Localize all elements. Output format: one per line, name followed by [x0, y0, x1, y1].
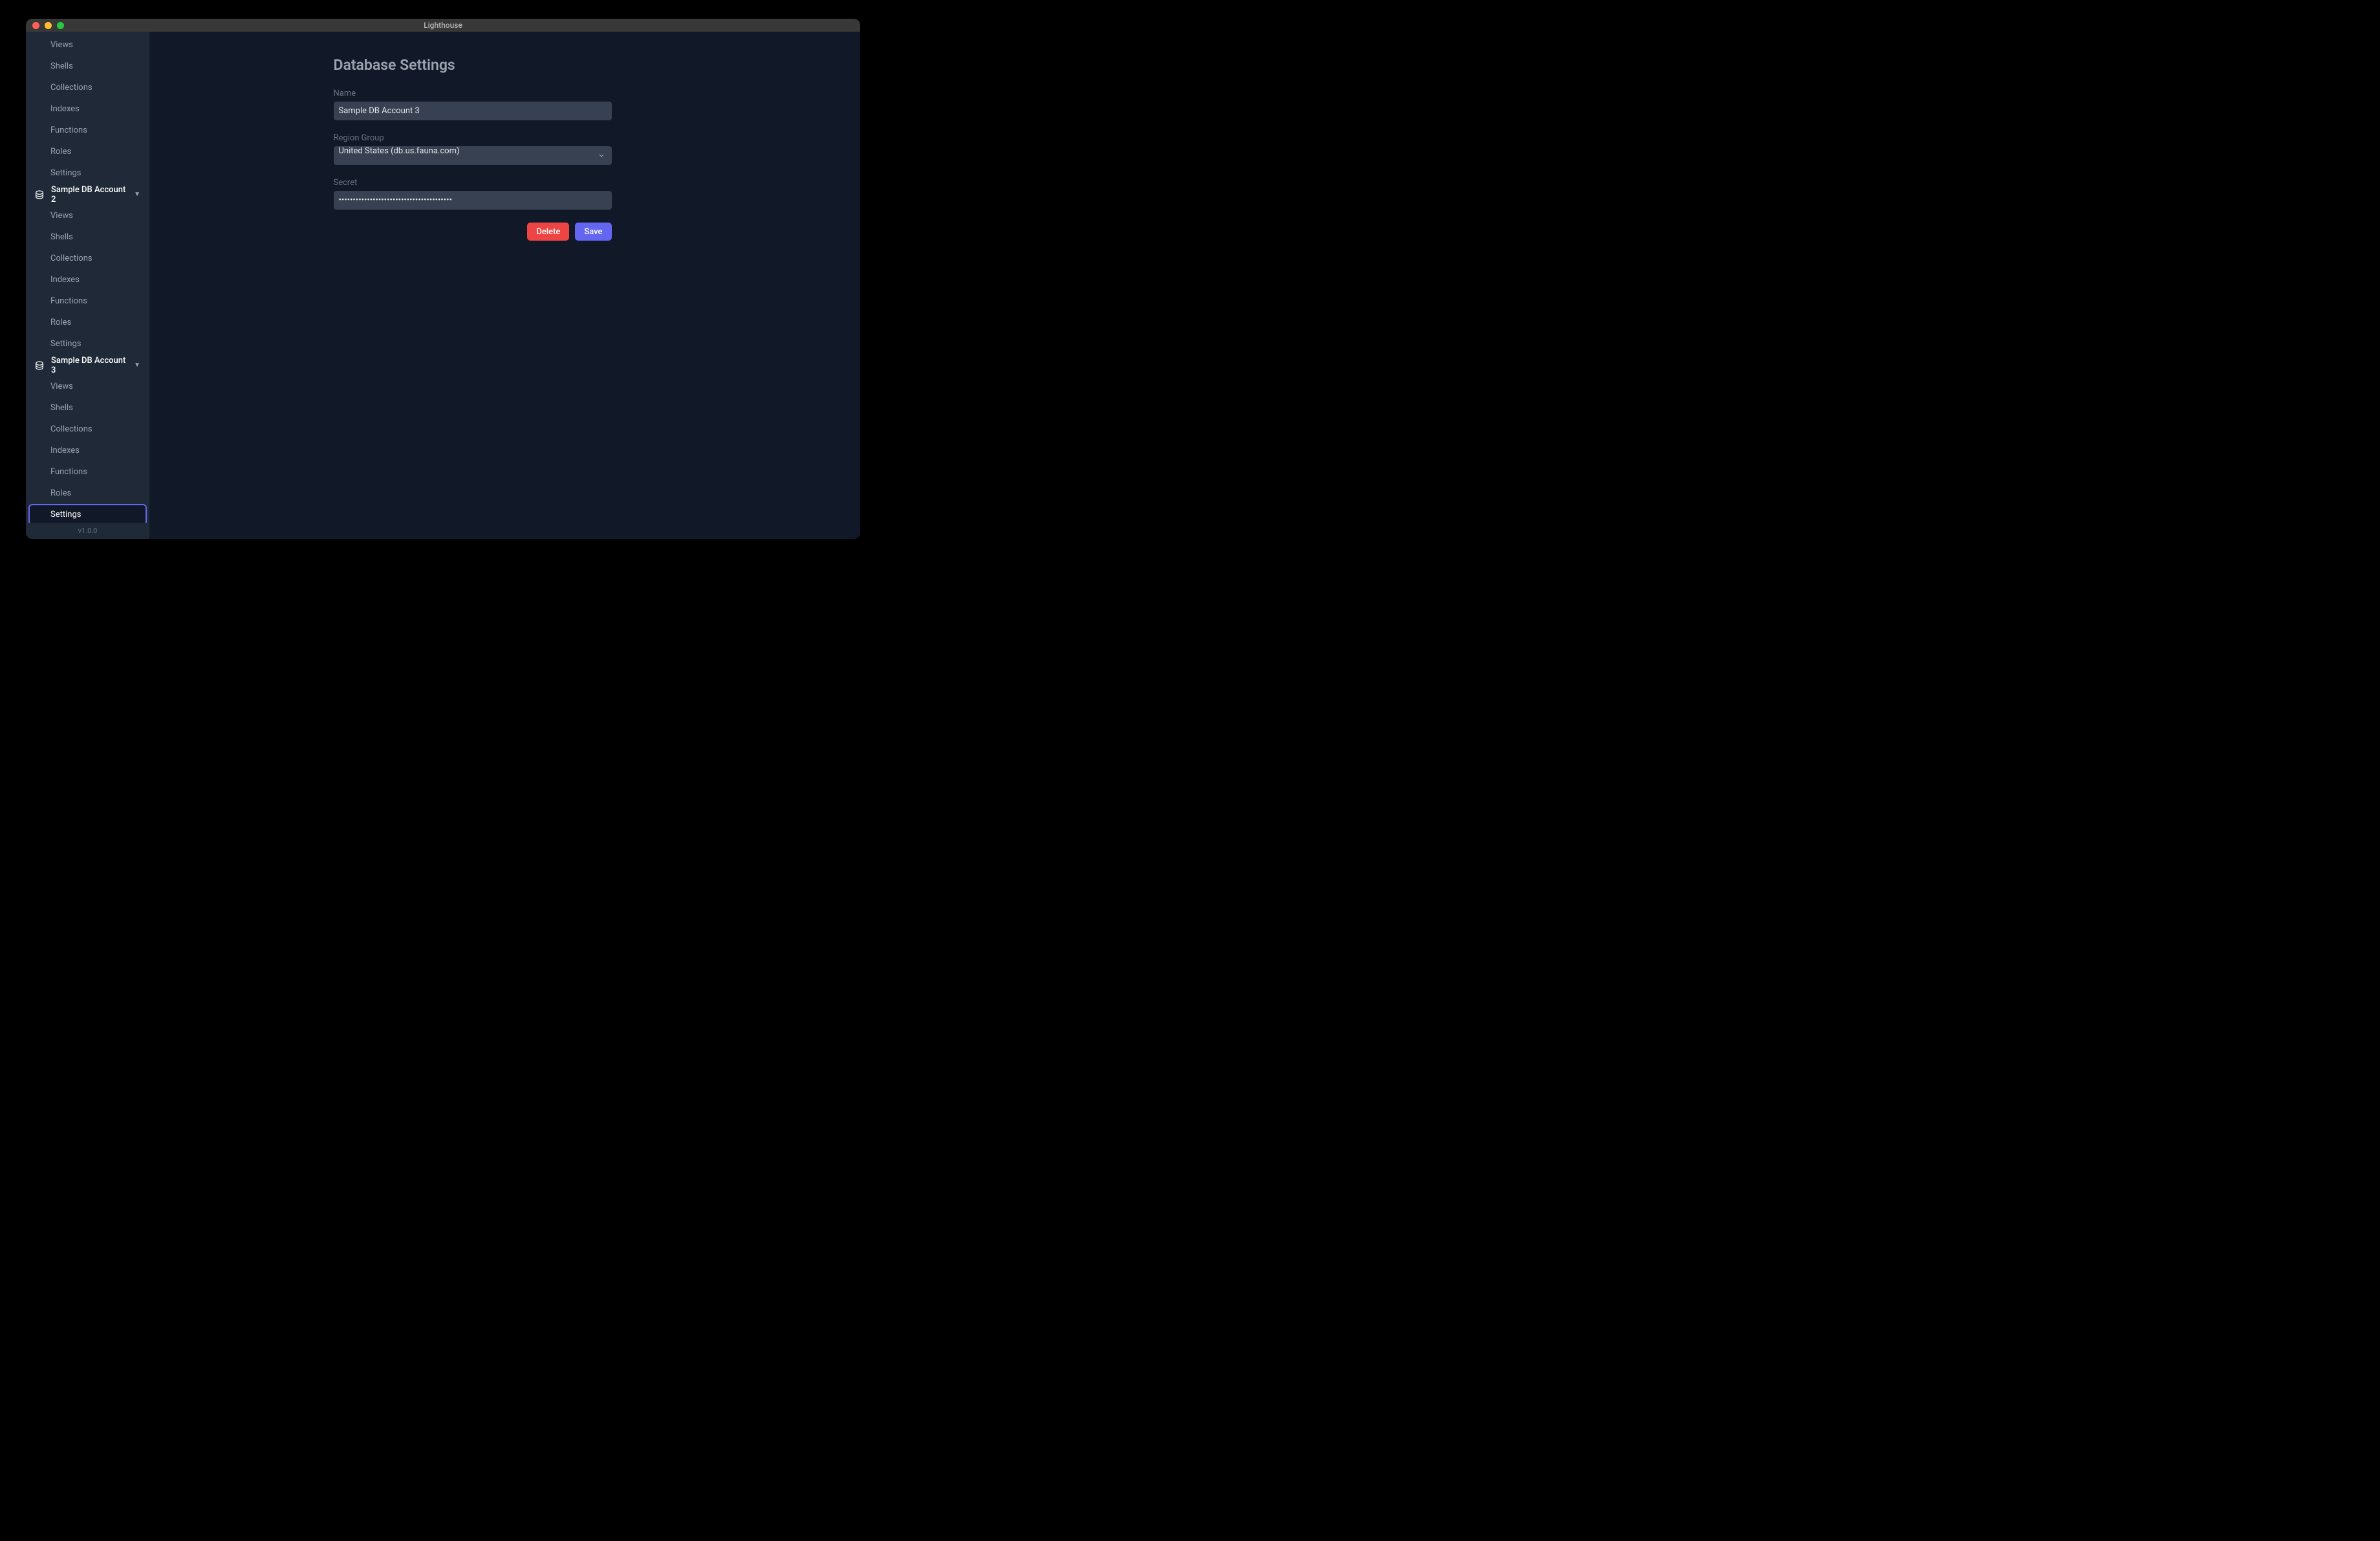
minimize-window-button[interactable]: [45, 22, 52, 29]
sidebar-item-label: Views: [50, 211, 73, 221]
traffic-lights: [26, 22, 64, 29]
form-group-secret: Secret: [334, 178, 612, 210]
sidebar-item-label: Functions: [50, 296, 87, 306]
account-name: Sample DB Account 2: [51, 185, 127, 204]
sidebar-item-label: Shells: [50, 232, 73, 242]
close-window-button[interactable]: [32, 22, 39, 29]
sidebar-scroll[interactable]: Views Shells Collections Indexes Functio…: [26, 32, 149, 523]
sidebar: Views Shells Collections Indexes Functio…: [26, 32, 149, 539]
sidebar-item-shells[interactable]: Shells: [28, 226, 147, 248]
app-body: Views Shells Collections Indexes Functio…: [26, 32, 860, 539]
sidebar-item-label: Settings: [50, 339, 81, 349]
chevron-down-icon: ▼: [134, 362, 140, 369]
sidebar-item-functions[interactable]: Functions: [28, 461, 147, 483]
sidebar-item-functions[interactable]: Functions: [28, 290, 147, 312]
region-label: Region Group: [334, 133, 612, 143]
window-title: Lighthouse: [26, 21, 860, 30]
database-icon: [34, 360, 45, 371]
sidebar-item-label: Views: [50, 382, 73, 391]
sidebar-item-indexes[interactable]: Indexes: [28, 98, 147, 120]
app-window: Lighthouse Views Shells Collections Inde…: [26, 19, 860, 539]
sidebar-item-label: Settings: [50, 510, 81, 519]
database-icon: [34, 190, 45, 200]
sidebar-item-shells[interactable]: Shells: [28, 56, 147, 77]
name-label: Name: [334, 89, 612, 98]
settings-panel: Database Settings Name Region Group Unit…: [334, 56, 612, 539]
maximize-window-button[interactable]: [57, 22, 64, 29]
region-select[interactable]: United States (db.us.fauna.com): [334, 146, 612, 165]
sidebar-item-collections[interactable]: Collections: [28, 419, 147, 440]
sidebar-item-settings[interactable]: Settings: [28, 504, 147, 523]
sidebar-item-shells[interactable]: Shells: [28, 397, 147, 419]
sidebar-item-settings[interactable]: Settings: [28, 333, 147, 355]
name-input[interactable]: [334, 102, 612, 120]
main-content: Database Settings Name Region Group Unit…: [149, 32, 860, 539]
sidebar-item-label: Views: [50, 40, 73, 50]
sidebar-item-collections[interactable]: Collections: [28, 77, 147, 98]
sidebar-item-label: Functions: [50, 126, 87, 135]
sidebar-item-label: Collections: [50, 83, 92, 93]
sidebar-item-label: Indexes: [50, 104, 80, 114]
sidebar-item-label: Indexes: [50, 446, 80, 455]
sidebar-item-indexes[interactable]: Indexes: [28, 269, 147, 290]
sidebar-item-roles[interactable]: Roles: [28, 312, 147, 333]
save-button[interactable]: Save: [575, 223, 611, 241]
region-value: United States (db.us.fauna.com): [339, 146, 460, 156]
sidebar-item-label: Shells: [50, 61, 73, 71]
sidebar-item-functions[interactable]: Functions: [28, 120, 147, 141]
sidebar-item-label: Roles: [50, 147, 71, 157]
title-bar: Lighthouse: [26, 19, 860, 32]
secret-label: Secret: [334, 178, 612, 188]
sidebar-item-label: Roles: [50, 488, 71, 498]
sidebar-item-label: Shells: [50, 403, 73, 413]
secret-input[interactable]: [334, 191, 612, 210]
sidebar-item-label: Collections: [50, 254, 92, 263]
sidebar-item-views[interactable]: Views: [28, 34, 147, 56]
sidebar-item-label: Settings: [50, 168, 81, 178]
account-name: Sample DB Account 3: [51, 356, 127, 375]
form-group-name: Name: [334, 89, 612, 120]
sidebar-item-views[interactable]: Views: [28, 376, 147, 397]
sidebar-item-indexes[interactable]: Indexes: [28, 440, 147, 461]
form-group-region: Region Group United States (db.us.fauna.…: [334, 133, 612, 165]
version-label: v1.0.0: [26, 523, 149, 539]
sidebar-item-label: Collections: [50, 424, 92, 434]
page-title: Database Settings: [334, 56, 612, 74]
sidebar-item-settings[interactable]: Settings: [28, 162, 147, 184]
chevron-down-icon: ▼: [134, 191, 140, 198]
sidebar-item-roles[interactable]: Roles: [28, 483, 147, 504]
sidebar-item-label: Indexes: [50, 275, 80, 285]
sidebar-account-2[interactable]: Sample DB Account 2 ▼: [28, 184, 147, 205]
sidebar-item-views[interactable]: Views: [28, 205, 147, 226]
sidebar-account-3[interactable]: Sample DB Account 3 ▼: [28, 355, 147, 376]
sidebar-item-label: Functions: [50, 467, 87, 477]
sidebar-item-collections[interactable]: Collections: [28, 248, 147, 269]
button-row: Delete Save: [334, 223, 612, 241]
sidebar-item-roles[interactable]: Roles: [28, 141, 147, 162]
delete-button[interactable]: Delete: [527, 223, 569, 241]
sidebar-item-label: Roles: [50, 318, 71, 327]
